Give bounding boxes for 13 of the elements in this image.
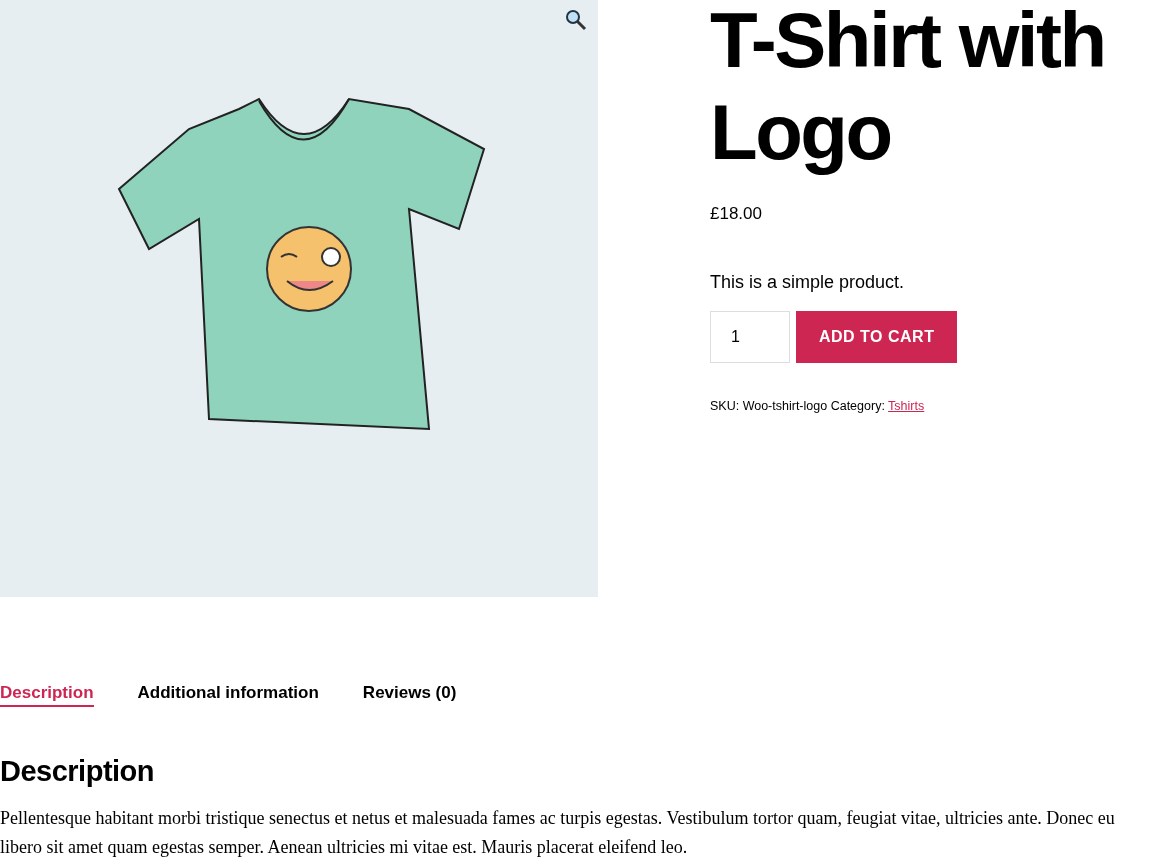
product-title: T-Shirt with Logo [710, 0, 1106, 178]
panel-heading: Description [0, 755, 156, 788]
category-link[interactable]: Tshirts [888, 399, 925, 413]
product-price: £18.00 [710, 204, 762, 224]
description-text: Pellentesque habitant morbi tristique senectus et netus et malesuada fames ac turpis egestas. Vestibulum tortor quam, feugiat vitae, ultricies ante. Donec eu libero sit amet quam egestas semper. Aenean ultricies mi vitae est. Mauris placerat eleifend leo. [0, 807, 1116, 859]
short-description: This is a simple product. [710, 272, 905, 293]
tab[interactable]: Additional information [137, 683, 319, 707]
tab[interactable]: Description [0, 683, 94, 707]
search-icon[interactable] [564, 8, 588, 32]
add-to-cart-button[interactable]: ADD TO CART [796, 311, 958, 363]
quantity-field[interactable]: 1 [710, 311, 790, 363]
product-meta: SKU: Woo-tshirt-logo Category: Tshirts [710, 399, 925, 413]
tab[interactable]: Reviews (0) [362, 683, 457, 707]
